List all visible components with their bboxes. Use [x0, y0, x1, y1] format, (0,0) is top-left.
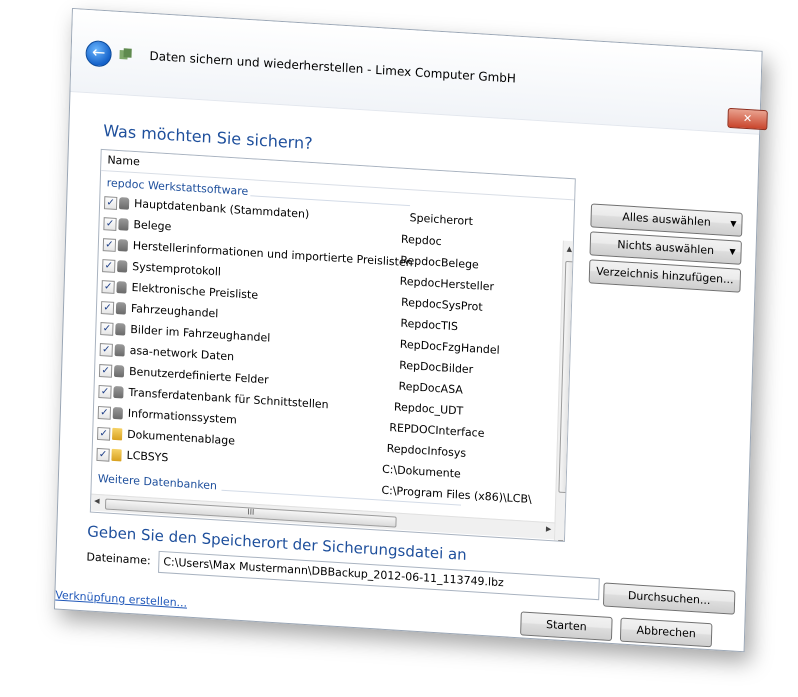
- checkbox[interactable]: ✓: [100, 322, 114, 336]
- list-item-location: RepDocFzgHandel: [399, 337, 500, 357]
- add-directory-button[interactable]: Verzeichnis hinzufügen...: [588, 259, 742, 293]
- backup-item-list[interactable]: Name repdoc Werkstattsoftware Speicheror…: [89, 148, 576, 543]
- database-icon: [117, 260, 128, 273]
- list-item-location: RepdocTIS: [400, 316, 459, 334]
- checkbox[interactable]: ✓: [98, 364, 113, 378]
- create-shortcut-link[interactable]: Verknüpfung erstellen...: [55, 588, 187, 609]
- dialog-wrapper: ← Daten sichern und wiederherstellen - L…: [0, 0, 798, 697]
- list-item[interactable]: ✓ Elektronische Preisliste: [101, 278, 258, 302]
- list-item-label: Bilder im Fahrzeughandel: [130, 322, 271, 345]
- list-item-label: Dokumentenablage: [126, 427, 236, 448]
- list-item-location: C:\Dokumente: [381, 462, 461, 481]
- list-item-label: Fahrzeughandel: [130, 301, 219, 321]
- list-item-location: Repdoc_UDT: [393, 400, 464, 418]
- database-icon: [112, 406, 123, 420]
- close-button[interactable]: ✕: [727, 107, 768, 131]
- list-item[interactable]: ✓ Informationssystem: [97, 404, 237, 427]
- horizontal-scroll-thumb[interactable]: III: [104, 498, 397, 528]
- list-item-location: C:\Program Files (x86)\LCB\: [381, 483, 532, 506]
- column-name-header[interactable]: Name: [107, 153, 140, 168]
- database-icon: [113, 385, 124, 399]
- group-divider: [250, 195, 411, 207]
- list-item-location: RepDocBilder: [399, 358, 474, 377]
- checkbox[interactable]: ✓: [102, 259, 116, 273]
- checkbox[interactable]: ✓: [99, 343, 113, 357]
- group-header-more-databases: Weitere Datenbanken: [97, 472, 218, 493]
- dropdown-arrow-icon: ▼: [729, 247, 736, 257]
- title-bar: ← Daten sichern und wiederherstellen - L…: [70, 9, 768, 135]
- list-item-location: REPDOCInterface: [389, 421, 485, 440]
- checkbox[interactable]: ✓: [96, 447, 110, 462]
- database-icon: [117, 239, 129, 252]
- database-icon: [116, 281, 127, 294]
- database-icon: [115, 301, 127, 315]
- select-none-button[interactable]: Nichts auswählen ▼: [589, 231, 742, 265]
- checkbox[interactable]: ✓: [98, 384, 112, 399]
- dropdown-arrow-icon: ▼: [730, 219, 737, 229]
- back-button[interactable]: ←: [85, 39, 112, 68]
- list-item-location: RepDocASA: [398, 379, 464, 397]
- vertical-scrollbar[interactable]: ▲ ▼: [553, 240, 576, 543]
- select-all-label: Alles auswählen: [622, 210, 711, 229]
- list-item[interactable]: ✓ asa-network Daten: [99, 341, 234, 363]
- checkbox[interactable]: ✓: [101, 280, 115, 294]
- list-item-label: Benutzerdefinierte Felder: [128, 364, 269, 387]
- filename-label: Dateiname:: [86, 550, 151, 568]
- scroll-right-icon[interactable]: ▶: [546, 525, 552, 533]
- checkbox[interactable]: ✓: [100, 301, 115, 315]
- list-item[interactable]: ✓ LCBSYS: [96, 446, 169, 464]
- list-item[interactable]: ✓ Belege: [103, 215, 171, 233]
- select-none-label: Nichts auswählen: [617, 238, 715, 258]
- list-item-location: RepdocInfosys: [386, 441, 467, 460]
- list-item[interactable]: ✓ Dokumentenablage: [97, 425, 235, 447]
- list-item-label: Systemprotokoll: [132, 259, 222, 279]
- checkbox[interactable]: ✓: [97, 426, 111, 441]
- scroll-down-icon[interactable]: ▼: [558, 539, 564, 542]
- list-item-label: Elektronische Preisliste: [131, 280, 259, 302]
- checkbox[interactable]: ✓: [102, 238, 117, 252]
- database-icon: [115, 322, 126, 336]
- database-icon: [114, 343, 125, 357]
- list-item-label: LCBSYS: [126, 448, 169, 465]
- list-item[interactable]: ✓ Benutzerdefinierte Felder: [98, 362, 269, 387]
- list-item[interactable]: ✓ Transferdatenbank für Schnittstellen: [98, 383, 329, 411]
- browse-button[interactable]: Durchsuchen...: [602, 582, 736, 615]
- list-item-location: RepdocSysProt: [400, 295, 483, 314]
- list-item[interactable]: ✓ Bilder im Fahrzeughandel: [100, 320, 270, 345]
- scroll-up-icon[interactable]: ▲: [567, 245, 573, 253]
- checkbox[interactable]: ✓: [97, 405, 112, 420]
- folder-icon: [112, 427, 123, 441]
- start-button[interactable]: Starten: [520, 611, 613, 642]
- database-icon: [113, 364, 125, 378]
- list-item[interactable]: ✓ Hauptdatenbank (Stammdaten): [103, 194, 309, 221]
- list-item-label: asa-network Daten: [129, 343, 235, 364]
- list-item-label: Belege: [133, 218, 172, 234]
- cancel-button[interactable]: Abbrechen: [619, 617, 713, 648]
- list-item-label: Transferdatenbank für Schnittstellen: [128, 385, 329, 412]
- column-location-header[interactable]: Speicherort: [409, 211, 473, 228]
- select-all-button[interactable]: Alles auswählen ▼: [590, 203, 743, 237]
- database-icon: [118, 197, 130, 210]
- list-item-location: RepdocHersteller: [399, 274, 495, 294]
- list-item[interactable]: ✓ Herstellerinformationen und importierte…: [102, 236, 413, 269]
- backup-dialog: ← Daten sichern und wiederherstellen - L…: [53, 8, 768, 653]
- list-item[interactable]: ✓ Systemprotokoll: [102, 257, 221, 278]
- list-item[interactable]: ✓ Fahrzeughandel: [100, 299, 219, 320]
- vertical-scroll-thumb[interactable]: [558, 260, 576, 494]
- window-title: Daten sichern und wiederherstellen - Lim…: [149, 48, 517, 86]
- database-icon: [118, 218, 129, 231]
- list-item-label: Informationssystem: [127, 406, 237, 427]
- checkbox[interactable]: ✓: [103, 217, 117, 231]
- folder-icon: [111, 448, 122, 462]
- group-header-repdoc: repdoc Werkstattsoftware: [106, 176, 249, 199]
- section-heading: Was möchten Sie sichern?: [103, 121, 313, 154]
- scroll-left-icon[interactable]: ◀: [94, 497, 100, 505]
- checkbox[interactable]: ✓: [103, 196, 118, 210]
- list-item-label: Hauptdatenbank (Stammdaten): [133, 197, 310, 221]
- app-icon: [119, 48, 132, 60]
- list-item-location: Repdoc: [400, 232, 442, 249]
